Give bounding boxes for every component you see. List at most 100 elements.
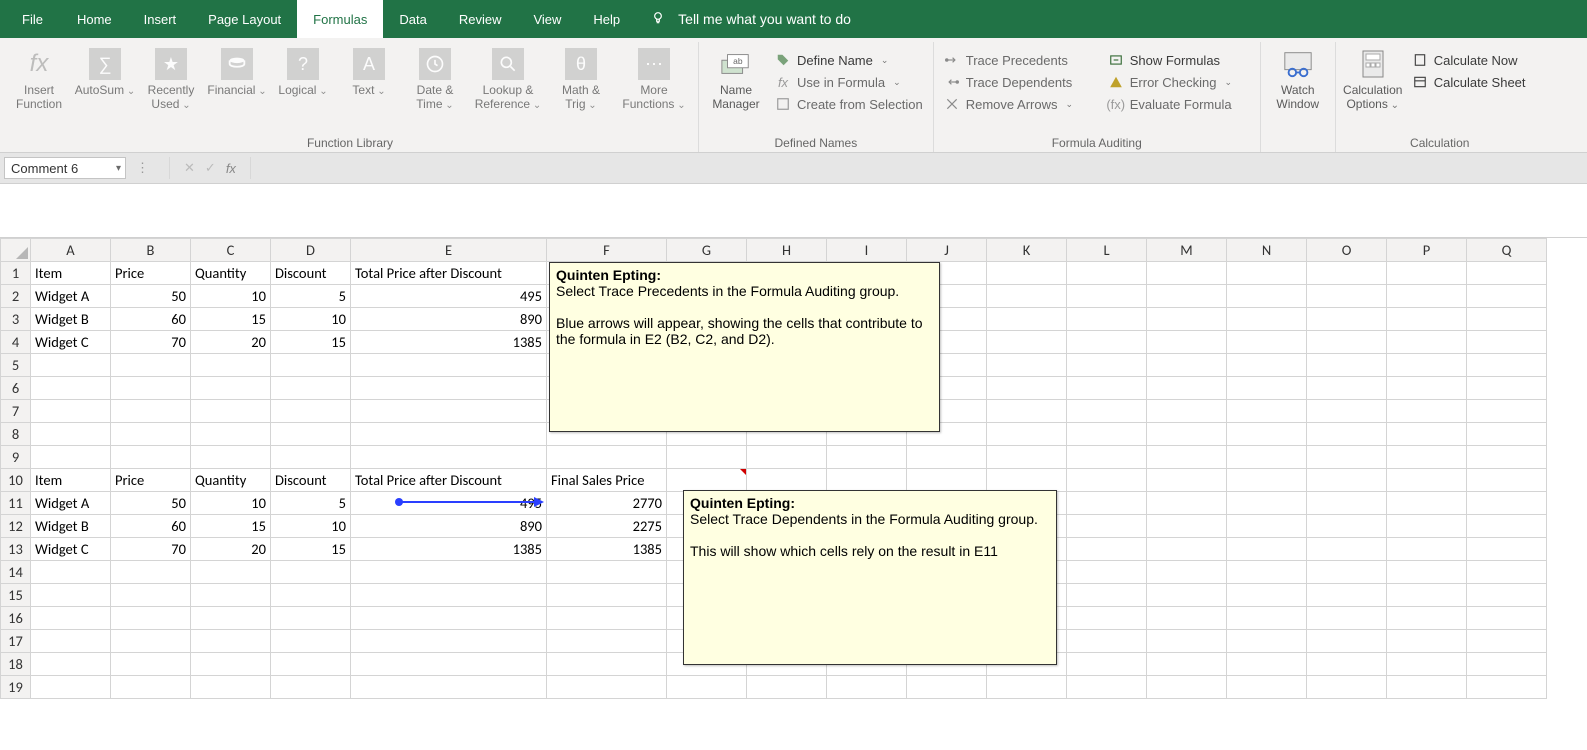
cell[interactable] <box>1147 400 1227 423</box>
cell[interactable] <box>1467 354 1547 377</box>
row-header[interactable]: 7 <box>1 400 31 423</box>
cell[interactable]: Discount <box>271 262 351 285</box>
create-from-selection-button[interactable]: Create from Selection <box>771 94 927 114</box>
cell[interactable] <box>1067 492 1147 515</box>
row-header[interactable]: 14 <box>1 561 31 584</box>
cell[interactable]: 10 <box>271 308 351 331</box>
cell[interactable] <box>1227 653 1307 676</box>
calculation-options-button[interactable]: Calculation Options <box>1342 46 1404 112</box>
cell[interactable] <box>1307 446 1387 469</box>
cell[interactable] <box>1067 285 1147 308</box>
cell[interactable]: Widget B <box>31 515 111 538</box>
cell[interactable] <box>1387 584 1467 607</box>
cell[interactable] <box>1147 331 1227 354</box>
cell[interactable] <box>351 607 547 630</box>
financial-button[interactable]: Financial <box>206 46 268 98</box>
math-trig-button[interactable]: θ Math & Trig <box>550 46 612 112</box>
lookup-reference-button[interactable]: Lookup & Reference <box>470 46 546 112</box>
cell[interactable] <box>111 354 191 377</box>
cell[interactable] <box>271 400 351 423</box>
cell[interactable]: Price <box>111 469 191 492</box>
cell[interactable] <box>1067 377 1147 400</box>
name-box-dropdown-icon[interactable]: ▾ <box>116 163 121 174</box>
trace-precedents-button[interactable]: Trace Precedents <box>940 50 1100 70</box>
cell[interactable] <box>1467 538 1547 561</box>
cell[interactable] <box>1467 630 1547 653</box>
cell[interactable]: Price <box>111 262 191 285</box>
cell[interactable] <box>1147 561 1227 584</box>
cell[interactable] <box>827 469 907 492</box>
cell[interactable] <box>1227 607 1307 630</box>
cell[interactable] <box>1067 630 1147 653</box>
cell[interactable] <box>351 584 547 607</box>
row-header[interactable]: 11 <box>1 492 31 515</box>
cell[interactable] <box>111 584 191 607</box>
worksheet[interactable]: ABCDEFGHIJKLMNOPQ 1ItemPriceQuantityDisc… <box>0 238 1587 750</box>
cell[interactable] <box>1467 400 1547 423</box>
cell[interactable]: 60 <box>111 515 191 538</box>
cell[interactable] <box>31 423 111 446</box>
cell[interactable] <box>987 262 1067 285</box>
tab-help[interactable]: Help <box>577 0 636 38</box>
cell[interactable] <box>1307 607 1387 630</box>
cell[interactable] <box>191 354 271 377</box>
tab-formulas[interactable]: Formulas <box>297 0 383 38</box>
cell[interactable]: 495 <box>351 285 547 308</box>
cell[interactable] <box>1227 423 1307 446</box>
cell[interactable]: 1385 <box>547 538 667 561</box>
insert-function-button[interactable]: fx Insert Function <box>8 46 70 112</box>
cell[interactable] <box>1467 515 1547 538</box>
column-header[interactable]: J <box>907 239 987 262</box>
cell[interactable] <box>987 423 1067 446</box>
cell[interactable] <box>191 630 271 653</box>
row-header[interactable]: 10 <box>1 469 31 492</box>
row-header[interactable]: 3 <box>1 308 31 331</box>
cell[interactable] <box>747 676 827 699</box>
cell[interactable] <box>31 354 111 377</box>
cell[interactable] <box>271 584 351 607</box>
cell[interactable] <box>1227 377 1307 400</box>
cell[interactable] <box>111 630 191 653</box>
cell[interactable] <box>351 653 547 676</box>
cancel-icon[interactable]: ✕ <box>184 160 195 176</box>
cell[interactable] <box>747 469 827 492</box>
cell[interactable] <box>271 653 351 676</box>
cell[interactable] <box>1147 308 1227 331</box>
cell[interactable] <box>1467 469 1547 492</box>
cell[interactable] <box>1067 423 1147 446</box>
name-manager-button[interactable]: ab Name Manager <box>705 46 767 112</box>
cell[interactable] <box>31 561 111 584</box>
cell[interactable] <box>1307 584 1387 607</box>
row-header[interactable]: 2 <box>1 285 31 308</box>
cell[interactable] <box>1387 377 1467 400</box>
column-header[interactable]: O <box>1307 239 1387 262</box>
cell[interactable] <box>191 584 271 607</box>
cell[interactable] <box>1147 515 1227 538</box>
cell[interactable]: Widget A <box>31 285 111 308</box>
cell[interactable] <box>111 400 191 423</box>
cell[interactable] <box>1307 561 1387 584</box>
cell[interactable]: 5 <box>271 492 351 515</box>
cell[interactable] <box>31 446 111 469</box>
cell[interactable] <box>191 676 271 699</box>
cell[interactable] <box>1227 630 1307 653</box>
tell-me-search[interactable]: Tell me what you want to do <box>642 10 851 29</box>
cell[interactable] <box>1387 676 1467 699</box>
column-header[interactable]: E <box>351 239 547 262</box>
cell[interactable] <box>1227 331 1307 354</box>
cell[interactable] <box>987 400 1067 423</box>
column-header[interactable]: P <box>1387 239 1467 262</box>
row-header[interactable]: 18 <box>1 653 31 676</box>
cell[interactable] <box>191 653 271 676</box>
cell[interactable] <box>1147 538 1227 561</box>
column-header[interactable]: F <box>547 239 667 262</box>
cell[interactable] <box>747 446 827 469</box>
cell[interactable] <box>547 653 667 676</box>
cell[interactable]: Final Sales Price <box>547 469 667 492</box>
row-header[interactable]: 13 <box>1 538 31 561</box>
cell[interactable] <box>351 354 547 377</box>
cell[interactable] <box>1387 607 1467 630</box>
cell[interactable]: Widget B <box>31 308 111 331</box>
cell[interactable] <box>1227 676 1307 699</box>
cell[interactable] <box>1147 653 1227 676</box>
